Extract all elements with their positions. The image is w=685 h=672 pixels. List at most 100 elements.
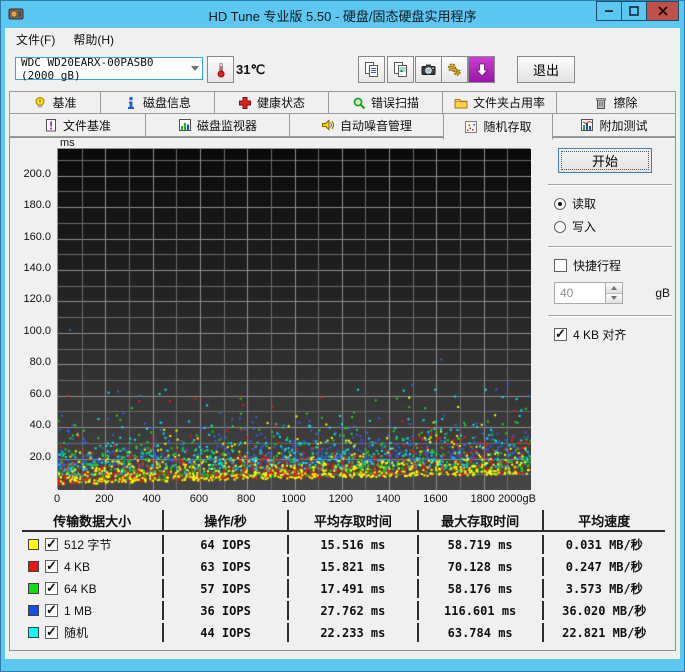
tab-aam[interactable]: 自动噪音管理 [289,113,444,137]
avg-speed-value: 36.020 MB/秒 [541,601,665,620]
options-button[interactable] [441,56,468,83]
screenshot-button[interactable] [415,56,442,83]
read-radio[interactable] [554,197,566,210]
column-header: 最大存取时间 [416,510,542,532]
start-button[interactable]: 开始 [558,148,652,173]
random-access-scatter-canvas [58,149,531,490]
tab-extra-tests[interactable]: 附加测试 [552,113,676,137]
series-label: 1 MB [64,603,93,618]
avg-speed-value: 0.247 MB/秒 [541,557,665,576]
series-label: 4 KB [64,559,91,574]
tab-label: 附加测试 [599,118,648,133]
copy-text-icon [365,62,378,77]
update-button[interactable] [468,56,495,83]
avg-speed-value: 0.031 MB/秒 [541,535,665,554]
iops-value: 36 IOPS [162,601,287,620]
iops-value: 44 IOPS [162,623,287,642]
maximize-button[interactable] [621,1,647,21]
y-axis-label: 40.0 [29,419,51,432]
tab-label: 随机存取 [483,120,532,134]
tab-row-1: 基准 磁盘信息 健康状态 错误扫描 文件夹占用率 擦除 [9,91,676,114]
series-label: 64 KB [64,581,97,596]
tab-health[interactable]: 健康状态 [214,91,329,114]
max-access-value: 70.128 ms [416,557,542,576]
tab-label: 磁盘信息 [142,96,191,110]
speaker-icon [321,119,334,131]
x-axis-label: 1000 [281,493,306,505]
write-radio-row[interactable]: 写入 [554,218,672,235]
max-access-value: 116.601 ms [416,601,542,620]
column-header: 传输数据大小 [22,510,163,532]
x-axis-label: 600 [189,493,209,505]
short-stroke-size-input[interactable]: 40 [554,282,606,304]
temperature-button[interactable] [207,56,234,83]
column-header: 操作/秒 [162,510,287,532]
window-title: HD Tune 专业版 5.50 - 硬盘/固态硬盘实用程序 [208,9,477,24]
caption-buttons [596,1,679,21]
write-radio[interactable] [554,220,566,233]
tab-folder-usage[interactable]: 文件夹占用率 [442,91,557,114]
drive-select[interactable]: WDC WD20EARX-00PASB0 (2000 gB) [15,56,203,82]
y-axis-label: 80.0 [29,356,51,369]
tab-erase[interactable]: 擦除 [556,91,676,114]
minimize-button[interactable] [596,1,622,21]
copy-text-button[interactable] [358,56,385,83]
read-radio-row[interactable]: 读取 [554,195,672,212]
short-stroke-size-row: 40 gB [554,282,672,304]
tab-file-benchmark[interactable]: 文件基准 [9,113,146,137]
triangle-up-icon [611,285,617,290]
menu-bar: 文件(F) 帮助(H) [5,28,680,51]
short-stroke-checkbox[interactable]: ✓ [554,259,567,272]
copy-image-button[interactable] [387,56,414,83]
triangle-down-icon [611,296,617,301]
iops-value: 63 IOPS [162,557,287,576]
avg-speed-value: 22.821 MB/秒 [541,623,665,642]
x-axis-label: 200 [95,493,114,505]
series-checkbox[interactable]: ✓ [45,602,58,617]
x-axis-label: 800 [237,493,256,505]
menu-help[interactable]: 帮助(H) [64,28,123,51]
avg-access-value: 17.491 ms [286,579,417,598]
table-row: ✓ 随机 44 IOPS 22.233 ms 63.784 ms 22.821 … [22,623,665,642]
stats-header-row: 传输数据大小 操作/秒 平均存取时间 最大存取时间 平均速度 [22,510,665,532]
series-checkbox[interactable]: ✓ [45,536,58,551]
separator [548,315,672,317]
series-checkbox[interactable]: ✓ [45,624,58,639]
close-button[interactable] [646,1,679,21]
series-color-chip [28,627,39,638]
tab-disk-monitor[interactable]: 磁盘监视器 [145,113,290,137]
camera-icon [421,64,436,75]
tab-label: 健康状态 [256,96,305,110]
tab-label: 文件夹占用率 [472,96,545,110]
iops-value: 57 IOPS [162,579,287,598]
extra-tests-icon [581,119,594,131]
app-window: HD Tune 专业版 5.50 - 硬盘/固态硬盘实用程序 文件(F) 帮助(… [0,0,685,672]
max-access-value: 63.784 ms [416,623,542,642]
tab-disk-info[interactable]: 磁盘信息 [100,91,215,114]
download-arrow-icon [475,63,488,77]
align-checkbox[interactable]: ✓ [554,326,567,341]
tab-label: 磁盘监视器 [196,118,257,133]
series-checkbox[interactable]: ✓ [45,580,58,595]
spinner-up-button[interactable] [606,283,622,294]
series-checkbox[interactable]: ✓ [45,558,58,573]
gears-icon [447,63,461,76]
tab-label: 错误扫描 [370,96,419,110]
menu-file[interactable]: 文件(F) [7,28,64,51]
magnifier-icon [353,97,366,109]
tab-benchmark[interactable]: 基准 [9,91,101,114]
x-axis-label: 1600 [423,493,448,505]
align-row[interactable]: ✓ 4 KB 对齐 [554,326,672,343]
table-row: ✓ 4 KB 63 IOPS 15.821 ms 70.128 ms 0.247… [22,557,665,576]
short-stroke-row[interactable]: ✓ 快捷行程 [554,257,672,274]
x-axis-label: 1200 [328,493,354,505]
x-axis-label: 1400 [375,493,401,505]
short-stroke-label: 快捷行程 [573,259,622,273]
y-axis-label: 60.0 [29,387,51,400]
exit-button[interactable]: 退出 [517,56,575,83]
read-radio-label: 读取 [572,197,597,211]
spinner-down-button[interactable] [606,293,622,303]
tab-error-scan[interactable]: 错误扫描 [328,91,443,114]
tab-random-access[interactable]: 随机存取 [443,113,553,140]
title-bar: HD Tune 专业版 5.50 - 硬盘/固态硬盘实用程序 [1,1,684,28]
